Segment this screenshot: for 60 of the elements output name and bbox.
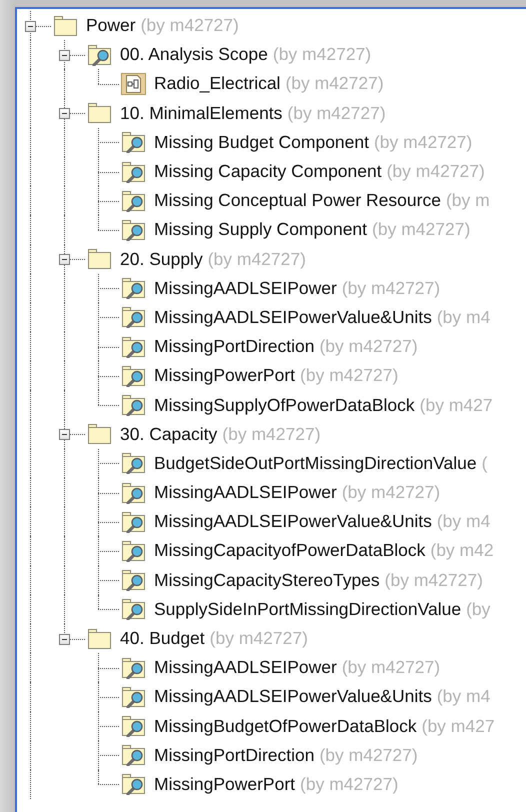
- tree-item-label[interactable]: MissingPortDirection: [154, 744, 314, 766]
- owner-label: (by m427: [422, 716, 495, 737]
- owner-label: (by m42727): [285, 73, 384, 94]
- tree-item-label[interactable]: 10. MinimalElements: [120, 102, 282, 124]
- owner-label: (by m42727): [319, 336, 418, 358]
- tree-item-label[interactable]: MissingCapacityStereoTypes: [154, 570, 380, 591]
- owner-label: (by m4: [436, 511, 490, 532]
- collapse-toggle[interactable]: [59, 108, 70, 120]
- owner-label: (by m42727): [384, 570, 483, 591]
- owner-label: (by m4: [436, 686, 490, 708]
- owner-label: (by m42727): [208, 248, 306, 270]
- tree-item-label[interactable]: 20. Supply: [120, 248, 203, 270]
- owner-label: (by m: [446, 190, 490, 212]
- tree-item-label[interactable]: 30. Capacity: [120, 424, 218, 445]
- tree-item-label[interactable]: MissingPowerPort: [154, 774, 296, 795]
- owner-label: (by m42727): [342, 278, 440, 299]
- owner-label: (by m42: [430, 540, 494, 562]
- owner-label: (by m42727): [272, 44, 372, 66]
- owner-label: (by m42727): [319, 744, 418, 766]
- owner-label: (by m42727): [287, 102, 386, 124]
- owner-label: (by m42727): [210, 628, 308, 650]
- collapse-toggle[interactable]: [59, 634, 70, 645]
- tree-item-label[interactable]: Missing Supply Component: [154, 219, 368, 240]
- owner-label: (by m42727): [140, 15, 239, 36]
- tree-item-label[interactable]: SupplySideInPortMissingDirectionValue: [154, 598, 462, 620]
- tree-item-label[interactable]: MissingPowerPort: [154, 365, 296, 386]
- collapse-toggle[interactable]: [59, 429, 70, 440]
- owner-label: (by: [466, 598, 490, 620]
- tree-item-label[interactable]: MissingAADLSEIPowerValue&Units: [154, 306, 432, 328]
- tree-item-label[interactable]: Radio_Electrical: [154, 73, 280, 94]
- collapse-toggle[interactable]: [25, 20, 36, 32]
- tree-item-label[interactable]: Power: [86, 15, 136, 36]
- tree-item-label[interactable]: Missing Budget Component: [154, 132, 369, 153]
- tree-item-label[interactable]: Missing Conceptual Power Resource: [154, 190, 441, 212]
- tree-item-label[interactable]: MissingAADLSEIPowerValue&Units: [154, 686, 432, 708]
- owner-label: (by m42727): [374, 132, 472, 153]
- tree-item-label[interactable]: MissingSupplyOfPowerDataBlock: [154, 394, 415, 416]
- owner-label: (by m42727): [372, 219, 470, 240]
- collapse-toggle[interactable]: [59, 50, 70, 61]
- owner-label: (by m42727): [222, 424, 321, 445]
- tree-item-label[interactable]: MissingCapacityofPowerDataBlock: [154, 540, 426, 562]
- tree-item-label[interactable]: 00. Analysis Scope: [120, 44, 268, 66]
- tree-item-label[interactable]: MissingBudgetOfPowerDataBlock: [154, 716, 417, 737]
- owner-label: (by m4: [436, 306, 490, 328]
- tree-item-label[interactable]: Missing Capacity Component: [154, 161, 382, 182]
- owner-label: (by m42727): [386, 161, 485, 182]
- tree-item-label[interactable]: MissingAADLSEIPower: [154, 657, 337, 678]
- owner-label: (by m42727): [300, 365, 398, 386]
- owner-label: (by m42727): [342, 482, 440, 504]
- tree-item-label[interactable]: MissingAADLSEIPower: [154, 482, 337, 504]
- collapse-toggle[interactable]: [59, 254, 70, 266]
- tree-item-label[interactable]: 40. Budget: [120, 628, 205, 650]
- tree-item-label[interactable]: MissingAADLSEIPower: [154, 278, 337, 299]
- tree-item-label[interactable]: MissingPortDirection: [154, 336, 314, 358]
- owner-label: (: [482, 452, 488, 474]
- owner-label: (by m42727): [342, 657, 440, 678]
- owner-label: (by m427: [420, 394, 493, 416]
- owner-label: (by m42727): [300, 774, 398, 795]
- tree-item-label[interactable]: MissingAADLSEIPowerValue&Units: [154, 511, 432, 532]
- tree-item-label[interactable]: BudgetSideOutPortMissingDirectionValue: [154, 452, 477, 474]
